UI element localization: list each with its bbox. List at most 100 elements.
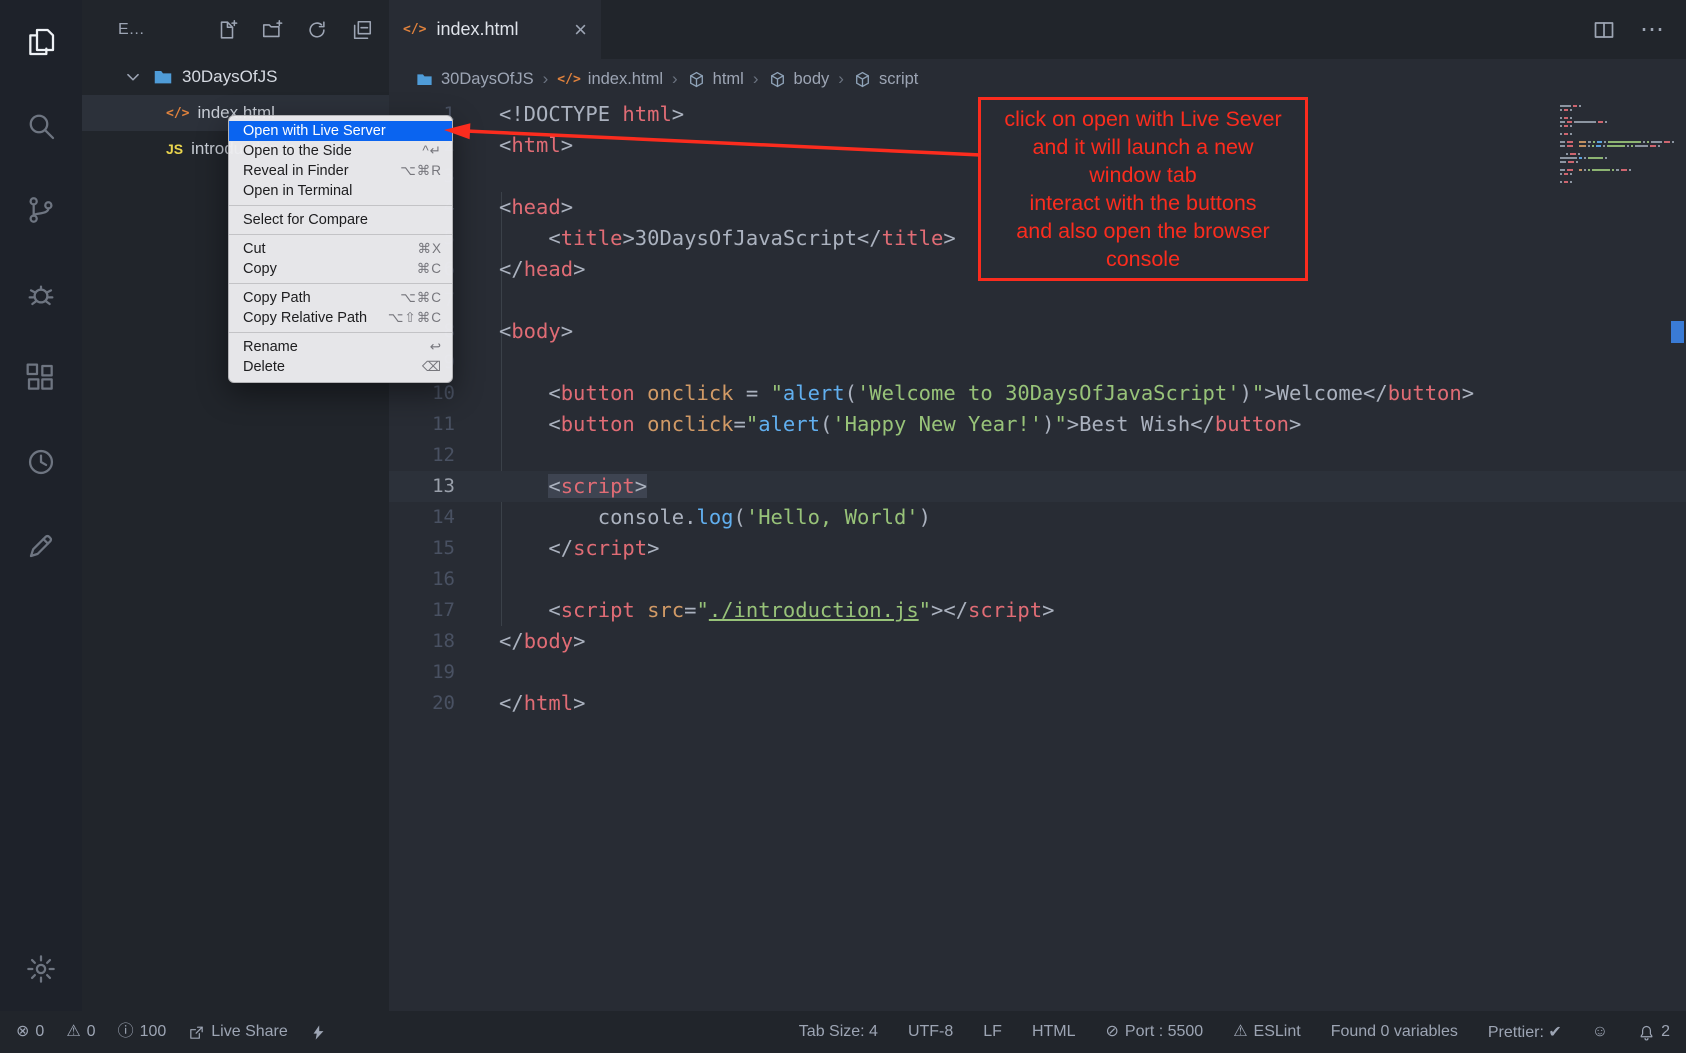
menu-item-label: Copy bbox=[243, 261, 277, 277]
edit-pencil-icon[interactable] bbox=[25, 530, 57, 562]
code-line-16[interactable]: 16 bbox=[389, 564, 1686, 595]
menu-item-rename[interactable]: Rename↩ bbox=[229, 337, 452, 357]
menu-item-label: Rename bbox=[243, 339, 298, 355]
breadcrumb-body[interactable]: body bbox=[768, 70, 830, 89]
activity-bar-top bbox=[25, 26, 57, 562]
collapse-all-icon[interactable] bbox=[351, 19, 373, 41]
status-language-mode[interactable]: HTML bbox=[1032, 1023, 1076, 1041]
status-problems-info[interactable]: ⓘ100 bbox=[118, 1023, 167, 1041]
menu-item-shortcut: ⌫ bbox=[422, 359, 442, 375]
smiley-icon: ☺ bbox=[1592, 1024, 1608, 1040]
status-encoding[interactable]: UTF-8 bbox=[908, 1023, 953, 1041]
line-number: 13 bbox=[389, 471, 455, 502]
menu-item-open-in-terminal[interactable]: Open in Terminal bbox=[229, 181, 452, 201]
html-file-icon: </> bbox=[403, 22, 426, 37]
menu-item-copy[interactable]: Copy⌘C bbox=[229, 259, 452, 279]
menu-item-label: Select for Compare bbox=[243, 212, 368, 228]
code-line-20[interactable]: 20</html> bbox=[389, 688, 1686, 719]
menu-item-open-with-live-server[interactable]: Open with Live Server bbox=[229, 121, 452, 141]
code-line-9[interactable]: 9 bbox=[389, 347, 1686, 378]
breadcrumb-label: index.html bbox=[588, 70, 663, 89]
code-line-18[interactable]: 18</body> bbox=[389, 626, 1686, 657]
code-line-17[interactable]: 17 <script src="./introduction.js"></scr… bbox=[389, 595, 1686, 626]
minimap-line bbox=[1560, 129, 1660, 131]
status-label: HTML bbox=[1032, 1023, 1076, 1041]
extensions-icon[interactable] bbox=[25, 362, 57, 394]
settings-gear-icon[interactable] bbox=[25, 953, 57, 985]
code-text: <html> bbox=[455, 130, 573, 161]
code-line-7[interactable]: 7 bbox=[389, 285, 1686, 316]
code-text: <body> bbox=[455, 316, 573, 347]
breadcrumb-30daysofjs[interactable]: 30DaysOfJS bbox=[415, 70, 534, 89]
code-text bbox=[455, 440, 499, 471]
annotation-line: click on open with Live Sever bbox=[987, 105, 1299, 133]
code-line-12[interactable]: 12 bbox=[389, 440, 1686, 471]
breadcrumb-html[interactable]: html bbox=[687, 70, 744, 89]
code-text: </head> bbox=[455, 254, 585, 285]
status-feedback-smiley[interactable]: ☺ bbox=[1592, 1024, 1608, 1040]
html-file-icon: </> bbox=[166, 106, 189, 121]
code-line-14[interactable]: 14 console.log('Hello, World') bbox=[389, 502, 1686, 533]
status-tab-size[interactable]: Tab Size: 4 bbox=[799, 1023, 878, 1041]
new-folder-icon[interactable] bbox=[261, 19, 283, 41]
menu-item-label: Open to the Side bbox=[243, 143, 352, 159]
code-text: </html> bbox=[455, 688, 585, 719]
status-label: 0 bbox=[35, 1023, 44, 1041]
code-line-8[interactable]: 8<body> bbox=[389, 316, 1686, 347]
minimap-line bbox=[1560, 133, 1660, 135]
search-icon[interactable] bbox=[25, 110, 57, 142]
source-control-icon[interactable] bbox=[25, 194, 57, 226]
status-problems-errors[interactable]: ⊗0 bbox=[16, 1023, 44, 1041]
chevron-down-icon bbox=[122, 66, 144, 88]
status-live-server-port[interactable]: ⊘Port : 5500 bbox=[1106, 1023, 1204, 1041]
menu-item-delete[interactable]: Delete⌫ bbox=[229, 357, 452, 377]
menu-item-cut[interactable]: Cut⌘X bbox=[229, 239, 452, 259]
breadcrumb-index-html[interactable]: </>index.html bbox=[557, 70, 663, 89]
explorer-actions bbox=[216, 19, 373, 41]
minimap-line bbox=[1560, 105, 1660, 107]
code-line-11[interactable]: 11 <button onclick="alert('Happy New Yea… bbox=[389, 409, 1686, 440]
menu-item-copy-path[interactable]: Copy Path⌥⌘C bbox=[229, 288, 452, 308]
line-number: 11 bbox=[389, 409, 455, 440]
more-actions-icon[interactable]: ⋯ bbox=[1640, 15, 1666, 44]
split-editor-icon[interactable] bbox=[1592, 18, 1616, 42]
minimap-line bbox=[1560, 173, 1660, 175]
status-notifications-bell[interactable]: 2 bbox=[1638, 1023, 1670, 1041]
run-and-debug-icon[interactable] bbox=[25, 278, 57, 310]
status-end-of-line[interactable]: LF bbox=[983, 1023, 1002, 1041]
menu-item-copy-relative-path[interactable]: Copy Relative Path⌥⇧⌘C bbox=[229, 308, 452, 328]
code-text: console.log('Hello, World') bbox=[455, 502, 931, 533]
js-file-icon: JS bbox=[166, 141, 183, 157]
status-live-share[interactable]: Live Share bbox=[188, 1023, 288, 1041]
code-text: </script> bbox=[455, 533, 659, 564]
tab-label: index.html bbox=[436, 19, 518, 40]
explorer-icon[interactable] bbox=[25, 26, 57, 58]
code-line-13[interactable]: 13 <script> bbox=[389, 471, 1686, 502]
cube-icon bbox=[768, 70, 787, 89]
menu-item-open-to-the-side[interactable]: Open to the Side^↵ bbox=[229, 141, 452, 161]
activity-bar-bottom bbox=[25, 953, 57, 985]
status-found-variables[interactable]: Found 0 variables bbox=[1331, 1023, 1458, 1041]
breadcrumb-label: html bbox=[713, 70, 744, 89]
tab-index-html[interactable]: </> index.html × bbox=[389, 0, 601, 59]
code-line-19[interactable]: 19 bbox=[389, 657, 1686, 688]
code-line-10[interactable]: 10 <button onclick = "alert('Welcome to … bbox=[389, 378, 1686, 409]
refresh-icon[interactable] bbox=[306, 19, 328, 41]
new-file-icon[interactable] bbox=[216, 19, 238, 41]
minimap[interactable] bbox=[1560, 105, 1660, 185]
status-prettier[interactable]: Prettier: ✔ bbox=[1488, 1022, 1562, 1042]
history-clock-icon[interactable] bbox=[25, 446, 57, 478]
minimap-line bbox=[1560, 117, 1660, 119]
status-quick-actions[interactable] bbox=[310, 1024, 327, 1041]
breadcrumb-script[interactable]: script bbox=[853, 70, 918, 89]
menu-item-select-for-compare[interactable]: Select for Compare bbox=[229, 210, 452, 230]
code-line-15[interactable]: 15 </script> bbox=[389, 533, 1686, 564]
folder-row-30daysofjs[interactable]: 30DaysOfJS bbox=[82, 59, 389, 95]
cube-icon bbox=[853, 70, 872, 89]
status-bar: ⊗0 ⚠0 ⓘ100 Live Share Tab Size: 4 UTF-8 LF HTM… bbox=[0, 1011, 1686, 1053]
close-tab-icon[interactable]: × bbox=[574, 19, 587, 41]
status-eslint[interactable]: ⚠ESLint bbox=[1233, 1023, 1300, 1041]
status-problems-warnings[interactable]: ⚠0 bbox=[66, 1023, 95, 1041]
menu-item-reveal-in-finder[interactable]: Reveal in Finder⌥⌘R bbox=[229, 161, 452, 181]
breadcrumb-separator-icon: › bbox=[672, 69, 678, 89]
